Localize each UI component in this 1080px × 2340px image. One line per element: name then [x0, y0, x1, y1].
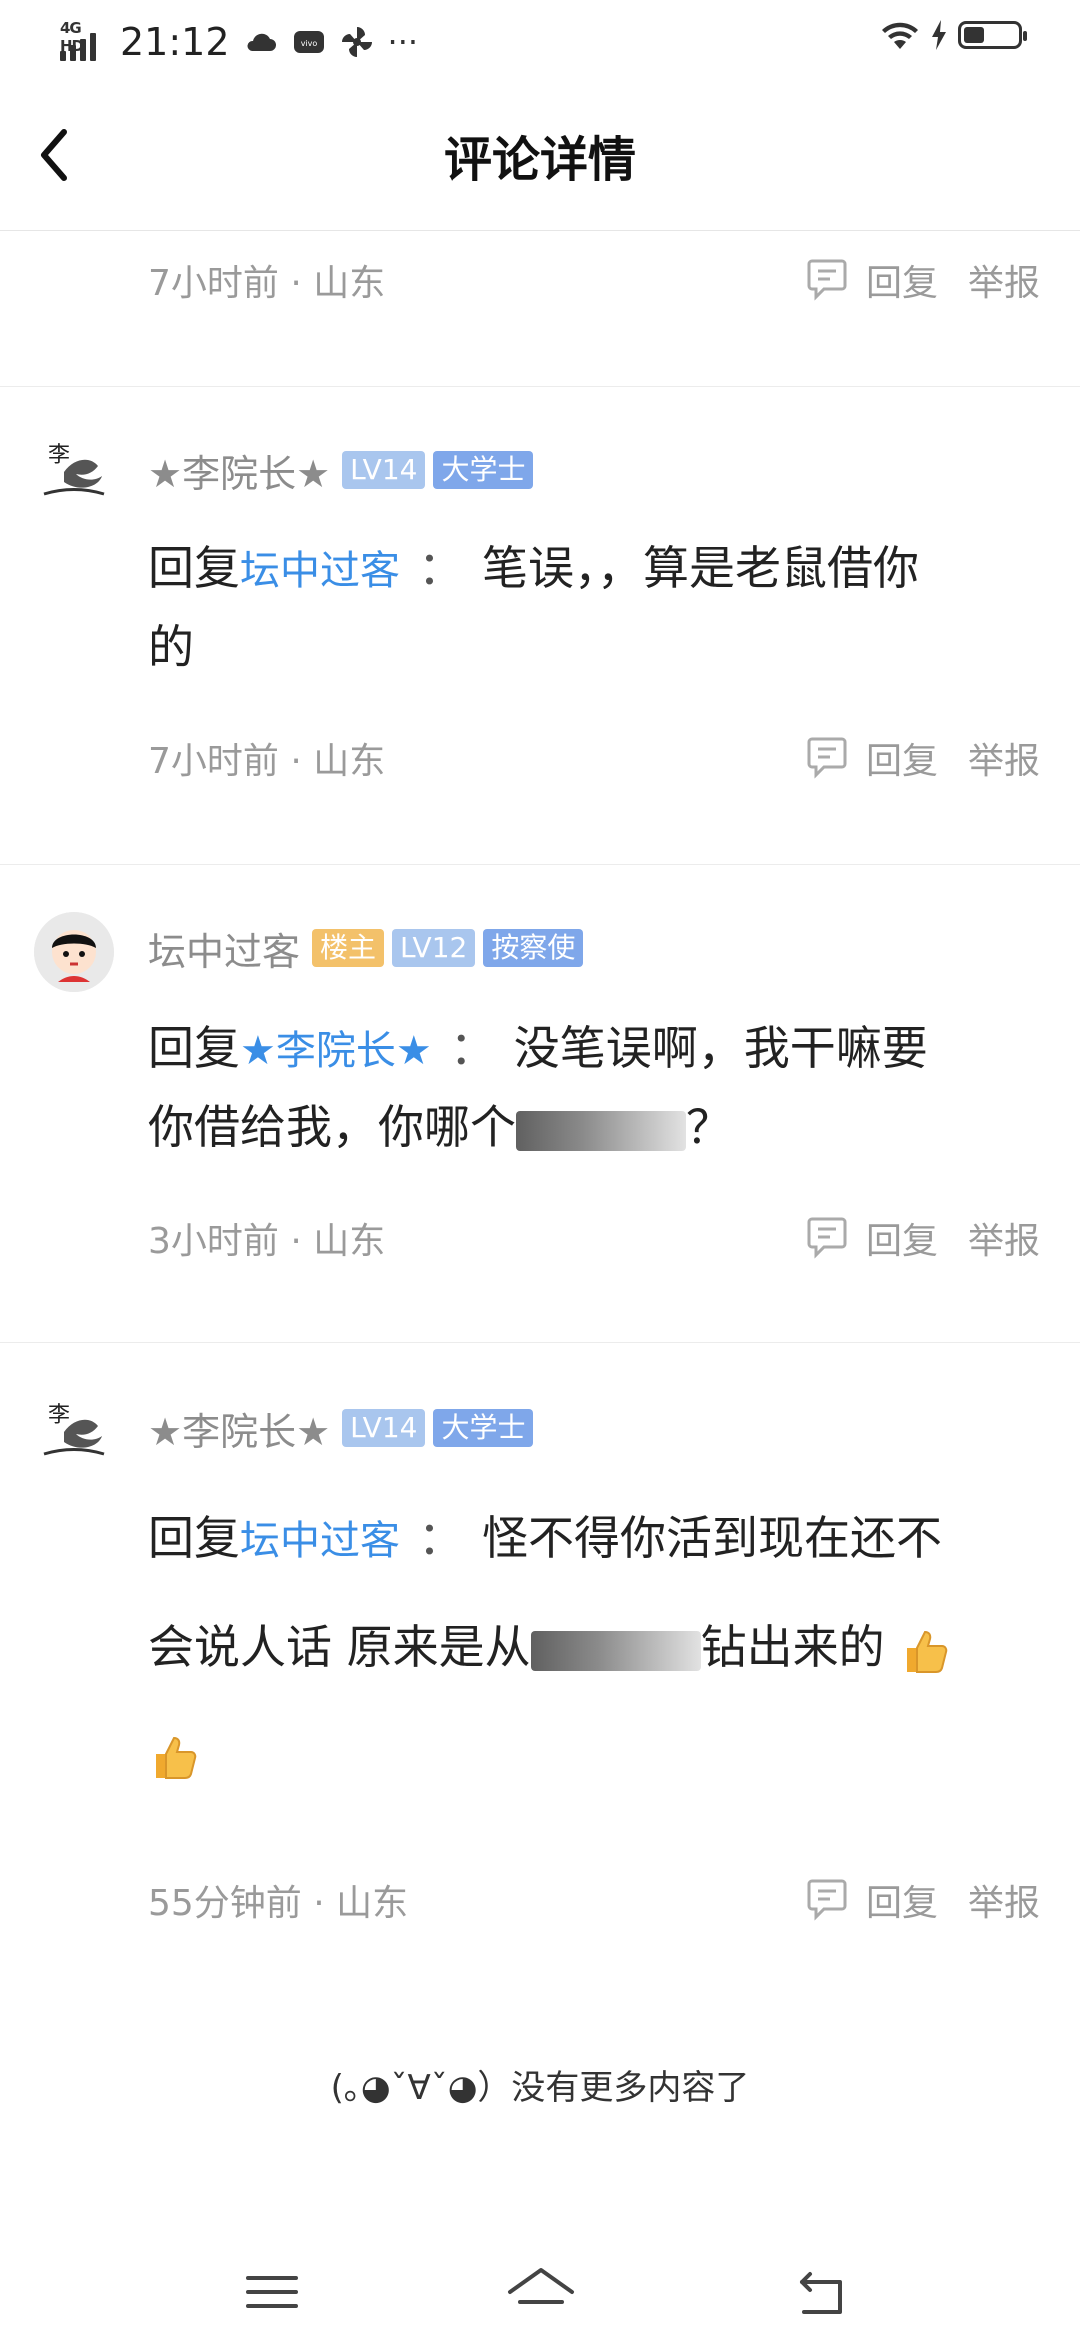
svg-text:李: 李 — [48, 443, 70, 468]
wifi-icon — [882, 22, 918, 49]
comment-meta-row: 55分钟前 · 山东 回复 举报 — [148, 1870, 1040, 1930]
username[interactable]: 坛中过客 — [148, 921, 300, 976]
report-button[interactable]: 举报 — [968, 1874, 1040, 1926]
reply-button[interactable]: 回复 — [806, 254, 938, 306]
comment-meta: 55分钟前 · 山东 — [148, 1883, 409, 1924]
title-badge: 大学士 — [433, 451, 534, 489]
comment-meta: 7小时前 · 山东 — [148, 263, 386, 304]
reply-button[interactable]: 回复 — [806, 1874, 938, 1926]
clock: 21:12 — [120, 20, 230, 64]
divider — [0, 1342, 1080, 1343]
no-more-content-tip: (｡◕ˇ∀ˇ◕）没有更多内容了 — [330, 2068, 750, 2108]
avatar[interactable] — [34, 912, 114, 992]
svg-text:李: 李 — [48, 1403, 70, 1428]
comment-icon — [807, 1879, 847, 1921]
reply-button[interactable]: 回复 — [806, 1212, 938, 1264]
comment-icon — [807, 1217, 847, 1259]
level-badge: LV14 — [342, 451, 426, 489]
vivo-icon: vivo — [293, 31, 324, 53]
comment-text-line: 会说人话 原来是从 — [148, 1620, 531, 1674]
comment-text-line: 钻出来的 — [700, 1620, 885, 1674]
colon: ： — [449, 1021, 496, 1075]
title-badge: 大学士 — [433, 1409, 534, 1447]
comment-text-line: 没笔误啊，我干嘛要 — [513, 1021, 928, 1075]
username[interactable]: ★李院长★ — [148, 1401, 330, 1456]
redacted-text — [516, 1110, 686, 1151]
reply-prefix: 回复 — [148, 541, 240, 595]
cloud-icon — [246, 33, 276, 51]
more-notifications: ··· — [387, 23, 419, 61]
ink-painting-avatar-icon: 李 — [34, 1392, 114, 1472]
avatar[interactable]: 李 — [34, 432, 114, 512]
title-badge: 按察使 — [483, 929, 584, 967]
level-badge: LV14 — [342, 1409, 426, 1447]
reply-button[interactable]: 回复 — [806, 732, 938, 784]
reply-prefix: 回复 — [148, 1511, 240, 1565]
comment-icon — [807, 259, 847, 301]
comment-meta-row: 3小时前 · 山东 回复 举报 — [148, 1208, 1040, 1268]
back-nav-icon[interactable] — [794, 2262, 854, 2322]
comment-text-line: 的 — [148, 620, 194, 674]
svg-text:vivo: vivo — [300, 39, 317, 48]
battery-icon — [958, 21, 1027, 49]
comment-user-row: ★李院长★ LV14 大学士 — [148, 1398, 541, 1458]
thumbs-up-emoji-icon — [156, 1736, 197, 1779]
colon: ： — [418, 541, 464, 595]
reply-label: 回复 — [865, 1883, 938, 1924]
comment-text: 回复★李院长★ ： 没笔误啊，我干嘛要 你借给我，你哪个 ？ — [148, 1010, 1028, 1165]
reply-label: 回复 — [865, 1221, 938, 1262]
ink-painting-avatar-icon: 李 — [34, 432, 114, 512]
comment-text-line: ？ — [686, 1100, 732, 1154]
comment-text: 回复坛中过客 ： 怪不得你活到现在还不 会说人话 原来是从 钻出来的 — [148, 1485, 1028, 1806]
owner-badge: 楼主 — [312, 929, 385, 967]
avatar[interactable]: 李 — [34, 1392, 114, 1472]
fan-icon — [341, 27, 372, 57]
comment-text-line: 你借给我，你哪个 — [148, 1100, 516, 1154]
comment-text-line: 怪不得你活到现在还不 — [482, 1511, 942, 1565]
comment-user-row: 坛中过客 楼主 LV12 按察使 — [148, 918, 591, 978]
username[interactable]: ★李院长★ — [148, 443, 330, 498]
report-button[interactable]: 举报 — [968, 1212, 1040, 1264]
reply-label: 回复 — [865, 263, 938, 304]
comment-text: 回复坛中过客 ： 笔误，，算是老鼠借你 的 — [148, 530, 1028, 685]
comment-meta-row: 7小时前 · 山东 回复 举报 — [148, 728, 1040, 788]
header: 评论详情 — [0, 84, 1080, 231]
report-button[interactable]: 举报 — [968, 732, 1040, 784]
system-nav-bar — [0, 2240, 1080, 2340]
cellular-signal-icon: 4G HD — [58, 19, 106, 65]
level-badge: LV12 — [392, 929, 476, 967]
reply-prefix: 回复 — [148, 1021, 240, 1075]
comment-icon — [807, 737, 847, 779]
status-bar: 4G HD 21:12 vivo ··· — [0, 0, 1080, 84]
report-button[interactable]: 举报 — [968, 254, 1040, 306]
page-title: 评论详情 — [443, 132, 636, 188]
comment-text-line: 笔误，，算是老鼠借你 — [482, 541, 919, 595]
comment-user-row: ★李院长★ LV14 大学士 — [148, 440, 541, 500]
cartoon-avatar-icon — [34, 912, 114, 992]
home-icon[interactable] — [506, 2262, 576, 2322]
mention-link[interactable]: 坛中过客 — [240, 548, 400, 594]
redacted-text — [530, 1630, 701, 1671]
mention-link[interactable]: ★李院长★ — [240, 1028, 432, 1074]
charging-icon — [932, 20, 946, 50]
comment-meta: 3小时前 · 山东 — [148, 1221, 386, 1262]
comment-meta: 7小时前 · 山东 — [148, 741, 386, 782]
colon: ： — [418, 1511, 464, 1565]
menu-icon[interactable] — [242, 2262, 302, 2322]
comment-meta-row: 7小时前 · 山东 回复 举报 — [148, 250, 1040, 310]
reply-label: 回复 — [865, 741, 938, 782]
mention-link[interactable]: 坛中过客 — [240, 1518, 400, 1564]
divider — [0, 864, 1080, 865]
thumbs-up-emoji-icon — [907, 1630, 948, 1673]
divider — [0, 386, 1080, 387]
